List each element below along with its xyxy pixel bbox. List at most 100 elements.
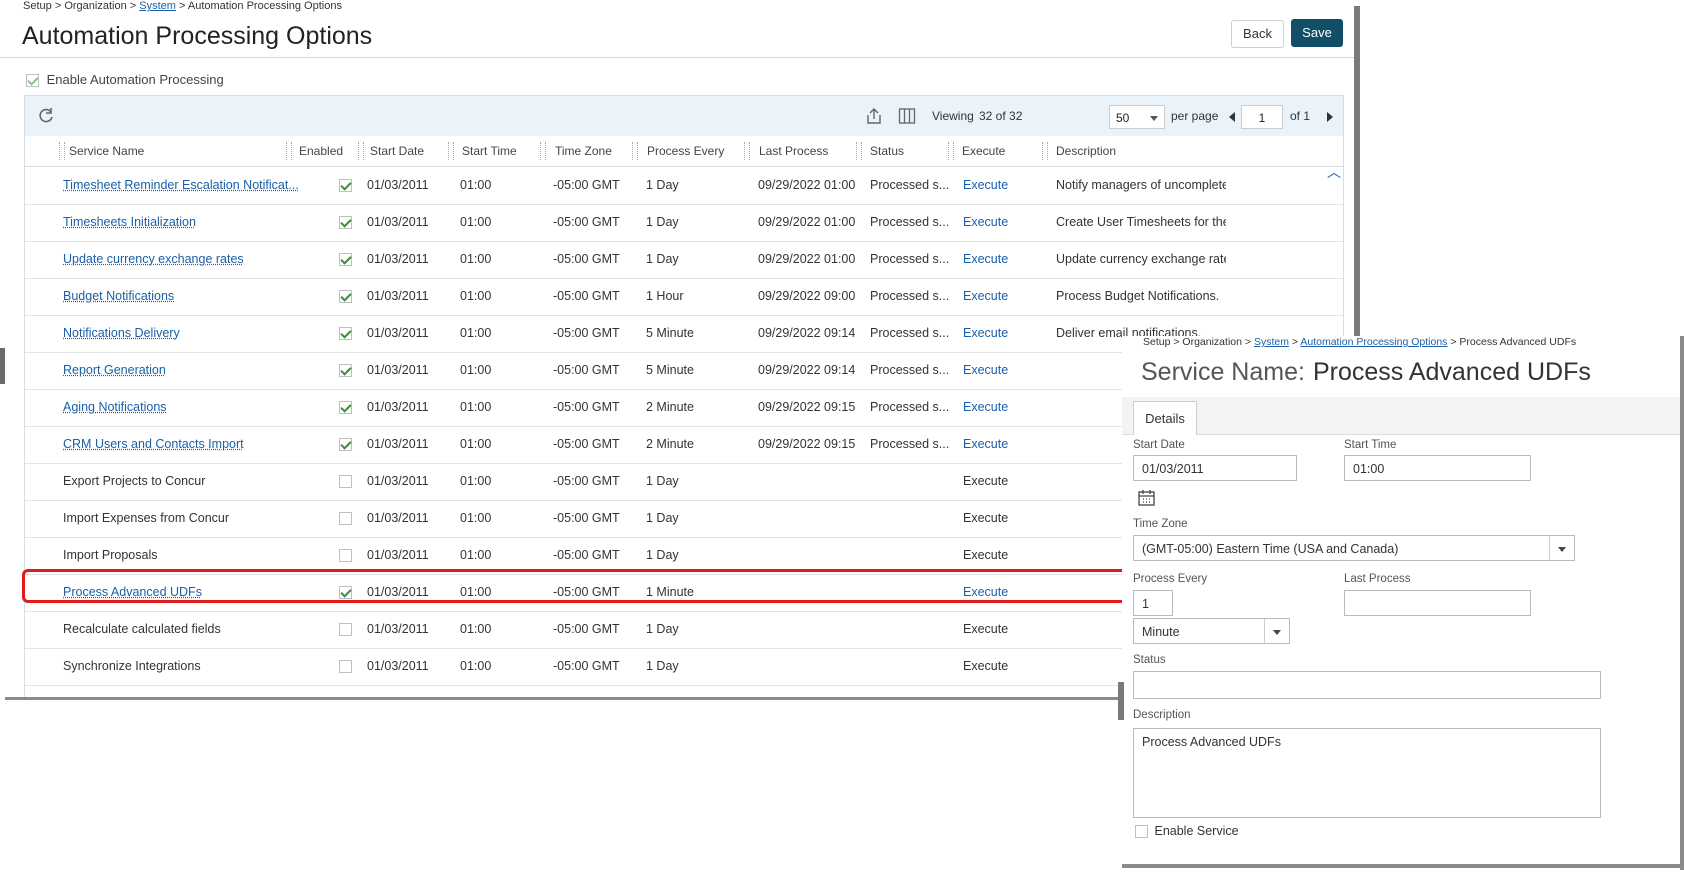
page-number-input[interactable]: 1	[1241, 105, 1283, 129]
process-every-field[interactable]: 1	[1133, 590, 1173, 616]
cell-start-date: 01/03/2011	[367, 511, 429, 525]
enabled-checkbox[interactable]	[339, 438, 352, 452]
col-execute[interactable]: Execute	[962, 144, 1005, 158]
next-page-icon[interactable]	[1327, 112, 1333, 122]
service-name-cell[interactable]: Notifications Delivery	[63, 326, 180, 340]
enable-service-toggle[interactable]: Enable Service	[1135, 824, 1239, 839]
enabled-checkbox[interactable]	[339, 290, 352, 304]
table-row[interactable]: Budget Notifications 01/03/2011 01:00 -05:0…	[25, 279, 1343, 316]
table-row[interactable]: Timesheet Reminder Escalation Notificat.…	[25, 168, 1343, 205]
execute-link[interactable]: Execute	[963, 400, 1008, 414]
service-name-cell[interactable]: Report Generation	[63, 363, 166, 377]
service-name-cell[interactable]: Recalculate calculated fields	[63, 622, 221, 636]
export-icon[interactable]	[865, 107, 883, 125]
col-enabled[interactable]: Enabled	[299, 144, 343, 158]
cell-tz: -05:00 GMT	[553, 215, 620, 229]
enabled-checkbox[interactable]	[339, 549, 352, 563]
execute-link[interactable]: Execute	[963, 178, 1008, 192]
service-name-cell[interactable]: Export Projects to Concur	[63, 474, 205, 488]
service-name-cell[interactable]: CRM Users and Contacts Import	[63, 437, 244, 451]
back-button[interactable]: Back	[1231, 20, 1284, 48]
execute-link[interactable]: Execute	[963, 437, 1008, 451]
service-name-cell[interactable]: Import Expenses from Concur	[63, 511, 229, 525]
execute-link[interactable]: Execute	[963, 326, 1008, 340]
col-time-zone[interactable]: Time Zone	[555, 144, 612, 158]
col-status[interactable]: Status	[870, 144, 904, 158]
enabled-checkbox[interactable]	[339, 401, 352, 415]
breadcrumb-automation-link[interactable]: Automation Processing Options	[1300, 336, 1447, 348]
breadcrumb-system-link[interactable]: System	[1254, 336, 1289, 348]
enabled-checkbox[interactable]	[339, 179, 352, 193]
cell-tz: -05:00 GMT	[553, 178, 620, 192]
column-grip[interactable]	[856, 142, 862, 160]
prev-page-icon[interactable]	[1229, 112, 1235, 122]
table-row[interactable]: Update currency exchange rates 01/03/2011…	[25, 242, 1343, 279]
column-grip[interactable]	[358, 142, 364, 160]
execute-link[interactable]: Execute	[963, 474, 1008, 488]
service-name-cell[interactable]: Budget Notifications	[63, 289, 174, 303]
tab-details[interactable]: Details	[1133, 401, 1197, 435]
breadcrumb-system-link[interactable]: System	[139, 0, 176, 12]
col-process-every[interactable]: Process Every	[647, 144, 724, 158]
per-page-select[interactable]: 50	[1109, 105, 1165, 129]
status-field[interactable]	[1133, 671, 1601, 699]
start-time-field[interactable]: 01:00	[1344, 455, 1531, 481]
service-name-cell[interactable]: Update currency exchange rates	[63, 252, 244, 266]
column-grip[interactable]	[1042, 142, 1048, 160]
enabled-checkbox[interactable]	[339, 512, 352, 526]
column-grip[interactable]	[632, 142, 638, 160]
execute-link[interactable]: Execute	[963, 289, 1008, 303]
resize-handle[interactable]	[0, 348, 5, 384]
enabled-checkbox[interactable]	[339, 364, 352, 378]
cell-start-time: 01:00	[460, 511, 492, 525]
col-service-name[interactable]: Service Name	[69, 144, 144, 158]
column-grip[interactable]	[448, 142, 454, 160]
enabled-checkbox[interactable]	[339, 253, 352, 267]
enabled-checkbox[interactable]	[339, 327, 352, 341]
service-name-cell[interactable]: Aging Notifications	[63, 400, 167, 414]
column-grip[interactable]	[286, 142, 292, 160]
enabled-checkbox[interactable]	[339, 623, 352, 637]
service-name-cell[interactable]: Synchronize Integrations	[63, 659, 201, 673]
last-process-field[interactable]	[1344, 590, 1531, 616]
refresh-icon[interactable]	[37, 107, 55, 125]
description-field[interactable]: Process Advanced UDFs	[1133, 728, 1601, 818]
page-of-label: of 1	[1290, 109, 1311, 123]
table-row[interactable]: Timesheets Initialization 01/03/2011 01:00…	[25, 205, 1343, 242]
enabled-checkbox[interactable]	[339, 216, 352, 230]
col-description[interactable]: Description	[1056, 144, 1116, 158]
start-date-field[interactable]: 01/03/2011	[1133, 455, 1297, 481]
execute-link[interactable]: Execute	[963, 511, 1008, 525]
col-start-date[interactable]: Start Date	[370, 144, 424, 158]
resize-handle[interactable]	[1118, 682, 1124, 720]
execute-link[interactable]: Execute	[963, 252, 1008, 266]
column-grip[interactable]	[59, 142, 65, 160]
enable-service-checkbox[interactable]	[1135, 825, 1148, 839]
execute-link[interactable]: Execute	[963, 548, 1008, 562]
enabled-cell	[339, 659, 352, 674]
execute-link[interactable]: Execute	[963, 363, 1008, 377]
service-name-cell[interactable]: Import Proposals	[63, 548, 157, 562]
cell-every: 1 Day	[646, 252, 679, 266]
execute-link[interactable]: Execute	[963, 622, 1008, 636]
save-button[interactable]: Save	[1291, 19, 1343, 47]
calendar-icon[interactable]	[1138, 490, 1155, 506]
service-name-cell[interactable]: Timesheet Reminder Escalation Notificat.…	[63, 178, 299, 192]
column-grip[interactable]	[540, 142, 546, 160]
service-name-cell[interactable]: Timesheets Initialization	[63, 215, 196, 229]
process-unit-select[interactable]: Minute	[1133, 618, 1290, 644]
enable-automation-toggle[interactable]: Enable Automation Processing	[26, 72, 224, 88]
enabled-checkbox[interactable]	[339, 475, 352, 489]
enable-automation-checkbox[interactable]	[26, 74, 39, 88]
columns-icon[interactable]	[898, 107, 916, 125]
col-start-time[interactable]: Start Time	[462, 144, 517, 158]
breadcrumb-setup: Setup	[1143, 336, 1171, 348]
execute-link[interactable]: Execute	[963, 215, 1008, 229]
breadcrumb-current: Automation Processing Options	[187, 0, 342, 12]
col-last-process[interactable]: Last Process	[759, 144, 828, 158]
time-zone-select[interactable]: (GMT-05:00) Eastern Time (USA and Canada…	[1133, 535, 1575, 561]
execute-link[interactable]: Execute	[963, 659, 1008, 673]
column-grip[interactable]	[744, 142, 750, 160]
column-grip[interactable]	[948, 142, 954, 160]
enabled-checkbox[interactable]	[339, 660, 352, 674]
